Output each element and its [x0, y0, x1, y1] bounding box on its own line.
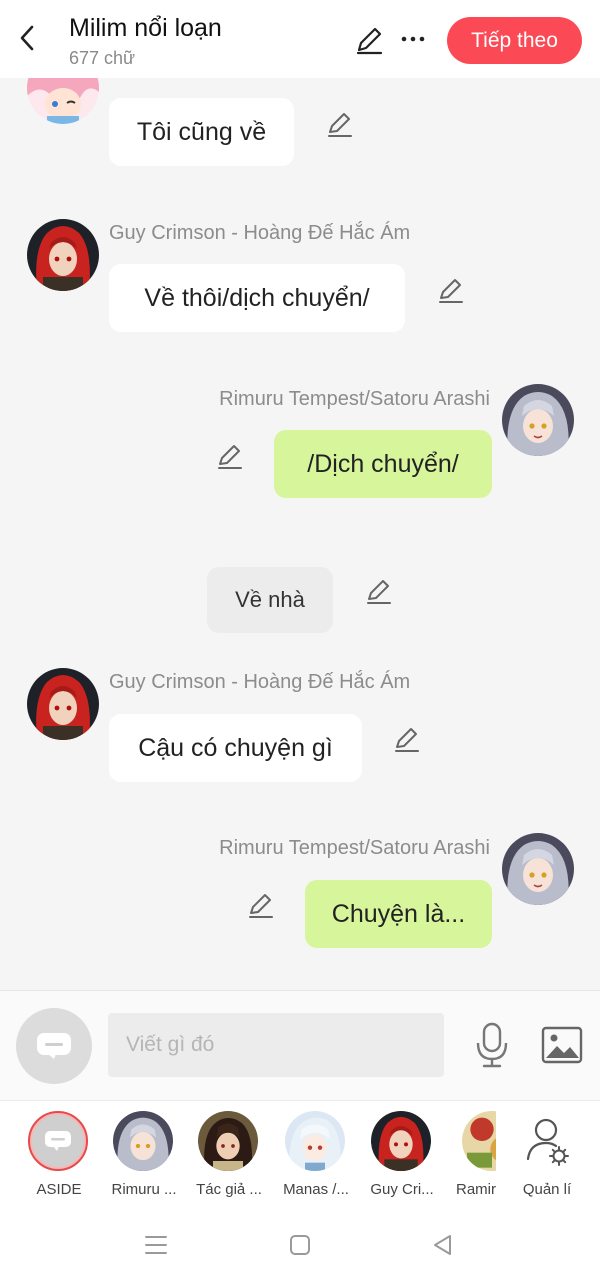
message-bubble[interactable]: Về thôi/dịch chuyển/: [109, 264, 405, 332]
red-hair-avatar[interactable]: [27, 219, 99, 291]
compose-bar: [0, 990, 600, 1100]
back-nav-icon[interactable]: [425, 1230, 459, 1260]
manage-user-icon: [516, 1111, 576, 1171]
sender-name: Rimuru Tempest/Satoru Arashi: [219, 388, 490, 410]
red-hair-avatar: [371, 1111, 431, 1171]
sender-name: Rimuru Tempest/Satoru Arashi: [219, 837, 490, 859]
edit-message-icon[interactable]: [437, 277, 465, 305]
character-name: ASIDE: [36, 1181, 82, 1198]
message-input[interactable]: [108, 1013, 444, 1077]
word-count: 677 chữ: [69, 48, 136, 68]
red-hair-avatar[interactable]: [27, 668, 99, 740]
aside-toggle-button[interactable]: [16, 1008, 92, 1084]
silver-hair-avatar[interactable]: [502, 384, 574, 456]
character-bar: ASIDE Rimuru ... Tác giả ... Manas /... …: [0, 1100, 600, 1208]
menu-nav-icon[interactable]: [139, 1230, 173, 1260]
silver-hair-avatar: [113, 1111, 173, 1171]
character-author[interactable]: Tác giả ...: [190, 1111, 270, 1203]
edit-message-icon[interactable]: [365, 578, 393, 606]
aside-icon: [37, 1033, 71, 1059]
character-name: Ramir: [456, 1181, 496, 1198]
back-icon[interactable]: [14, 22, 40, 54]
edit-pen-icon[interactable]: [353, 24, 385, 56]
microphone-icon[interactable]: [474, 1022, 510, 1068]
character-manas[interactable]: Manas /...: [277, 1111, 357, 1203]
edit-message-icon[interactable]: [216, 443, 244, 471]
character-guy[interactable]: Guy Cri...: [363, 1111, 443, 1203]
pink-hair-avatar[interactable]: [27, 78, 99, 124]
message-bubble[interactable]: Tôi cũng về: [109, 98, 294, 166]
more-options-icon[interactable]: [398, 24, 428, 54]
character-name: Manas /...: [283, 1181, 349, 1198]
character-aside[interactable]: ASIDE: [20, 1111, 100, 1203]
edit-message-icon[interactable]: [393, 726, 421, 754]
top-header: Milim nổi loạn 677 chữ Tiếp theo: [0, 0, 600, 78]
sender-name: Guy Crimson - Hoàng Đế Hắc Ám: [109, 222, 411, 244]
chat-area[interactable]: Tôi cũng về Guy Crimson - Hoàng Đế Hắc Á…: [0, 78, 600, 990]
silver-hair-avatar[interactable]: [502, 833, 574, 905]
message-bubble[interactable]: Chuyện là...: [305, 880, 492, 948]
dark-hair-avatar: [198, 1111, 258, 1171]
character-name: Rimuru ...: [111, 1181, 177, 1198]
edit-message-icon[interactable]: [247, 892, 275, 920]
aside-icon: [28, 1111, 88, 1171]
white-hair-avatar: [285, 1111, 345, 1171]
edit-message-icon[interactable]: [326, 111, 354, 139]
home-nav-icon[interactable]: [283, 1230, 317, 1260]
image-icon[interactable]: [541, 1026, 583, 1064]
food-avatar: [462, 1111, 496, 1171]
character-name: Tác giả ...: [196, 1181, 262, 1198]
character-rimuru[interactable]: Rimuru ...: [105, 1111, 185, 1203]
manage-characters-button[interactable]: Quản lí: [508, 1111, 588, 1203]
message-bubble[interactable]: /Dịch chuyển/: [274, 430, 492, 498]
narration-bubble[interactable]: Về nhà: [207, 567, 333, 633]
character-name: Guy Cri...: [370, 1181, 434, 1198]
message-bubble[interactable]: Cậu có chuyện gì: [109, 714, 362, 782]
story-title: Milim nổi loạn: [69, 14, 222, 42]
character-name: Quản lí: [522, 1181, 572, 1198]
next-button[interactable]: Tiếp theo: [447, 17, 582, 64]
sender-name: Guy Crimson - Hoàng Đế Hắc Ám: [109, 671, 411, 693]
system-nav-bar: [0, 1208, 600, 1282]
character-ramir[interactable]: Ramir: [448, 1111, 496, 1203]
